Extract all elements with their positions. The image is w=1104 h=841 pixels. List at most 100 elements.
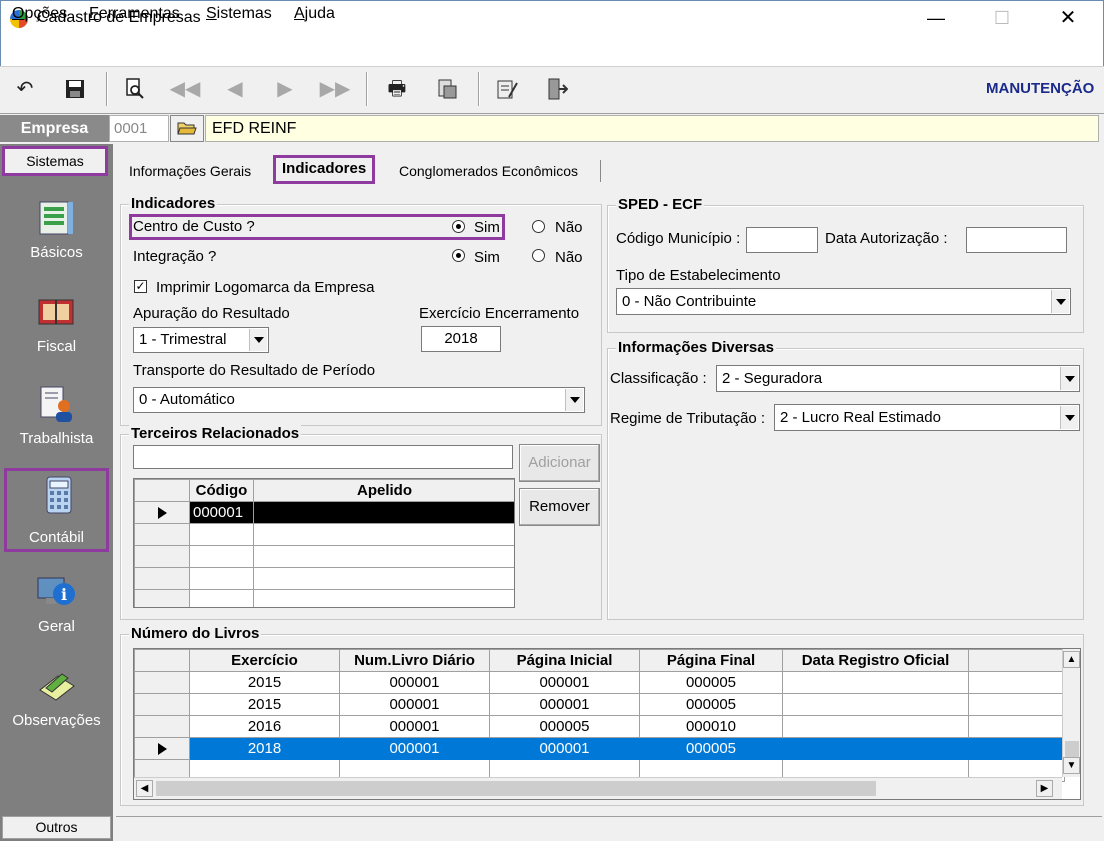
cell-pagina-final[interactable]: 000005 [639,693,783,716]
cell-exercicio[interactable]: 2015 [189,693,340,716]
table-row[interactable] [134,589,514,607]
scroll-up-icon[interactable]: ▲ [1063,651,1080,668]
cell-pagina-inicial[interactable]: 000001 [489,737,640,760]
minimize-button[interactable]: — [913,4,959,34]
cell-num-livro[interactable]: 000001 [339,715,490,738]
terceiros-grid[interactable]: Código Apelido 000001 [133,478,515,608]
cell-data-registro[interactable] [782,693,969,716]
cod-municipio-field[interactable] [746,227,818,253]
cell-data-registro[interactable] [782,737,969,760]
table-row[interactable] [134,523,514,546]
cell-pagina-inicial[interactable]: 000005 [489,715,640,738]
sidebar-item-observacoes[interactable]: Observações [0,660,113,748]
menu-ajuda[interactable]: Ajuda [294,5,335,23]
menu-opcoes[interactable]: Opções [12,5,67,23]
tab-indicadores[interactable]: Indicadores [273,155,376,184]
tab-informacoes-gerais[interactable]: Informações Gerais [123,160,257,184]
scroll-left-icon[interactable]: ◀ [136,780,153,797]
col-data-registro[interactable]: Data Registro Oficial [782,649,969,672]
table-row-selected[interactable]: 2018 000001 000001 000005 [134,737,1065,760]
save-icon[interactable] [58,74,92,104]
table-row[interactable]: 2016 000001 000005 000010 [134,715,1065,738]
col-pagina-final[interactable]: Página Final [639,649,783,672]
cell-apelido[interactable] [253,501,514,524]
table-row[interactable] [134,567,514,590]
sidebar-footer-outros[interactable]: Outros [2,816,111,839]
dropdown-arrow-icon[interactable] [565,389,583,411]
sidebar-item-trabalhista[interactable]: Trabalhista [0,378,113,466]
classificacao-select[interactable]: 2 - Seguradora [716,365,1080,392]
cell-data-registro[interactable] [782,715,969,738]
col-pagina-inicial[interactable]: Página Inicial [489,649,640,672]
exit-icon[interactable] [540,74,574,104]
sidebar-item-geral[interactable]: i Geral [0,566,113,654]
transporte-select[interactable]: 0 - Automático [133,387,585,413]
sidebar-item-fiscal[interactable]: Fiscal [0,286,113,374]
close-button[interactable]: ✕ [1045,4,1091,34]
menu-ferramentas[interactable]: Ferramentas [89,5,180,23]
scroll-thumb[interactable] [156,781,876,796]
col-apelido[interactable]: Apelido [253,479,514,502]
table-row[interactable]: 2015 000001 000001 000005 [134,671,1065,694]
undo-icon[interactable]: ↶ [8,74,42,104]
cell-pagina-final[interactable]: 000010 [639,715,783,738]
open-folder-button[interactable] [170,115,204,142]
col-num-livro[interactable]: Num.Livro Diário [339,649,490,672]
exercicio-field[interactable]: 2018 [421,326,501,352]
dropdown-arrow-icon[interactable] [1060,406,1078,429]
dropdown-arrow-icon[interactable] [249,329,267,351]
cell-exercicio[interactable]: 2018 [189,737,340,760]
regime-select[interactable]: 2 - Lucro Real Estimado [774,404,1080,431]
adicionar-button[interactable]: Adicionar [519,444,600,482]
preview-icon[interactable] [118,74,152,104]
horizontal-scrollbar[interactable]: ◀ ▶ [134,777,1062,799]
table-row[interactable]: 2015 000001 000001 000005 [134,693,1065,716]
scroll-right-icon[interactable]: ▶ [1036,780,1053,797]
remover-button[interactable]: Remover [519,488,600,526]
cell-num-livro[interactable]: 000001 [339,693,490,716]
empresa-name-field[interactable]: EFD REINF [205,115,1099,142]
tab-conglomerados[interactable]: Conglomerados Econômicos [393,160,584,184]
imprimir-logo-checkbox[interactable]: ✓ [134,280,147,293]
report-icon[interactable] [430,74,464,104]
dropdown-arrow-icon[interactable] [1051,290,1069,313]
tipo-estab-select[interactable]: 0 - Não Contribuinte [616,288,1071,315]
integracao-nao-radio[interactable] [532,249,545,262]
cell-pagina-inicial[interactable]: 000001 [489,693,640,716]
integracao-sim-radio[interactable] [452,249,465,262]
first-record-icon[interactable]: ◀◀ [168,74,202,104]
empresa-code-field[interactable]: 0001 [109,115,169,142]
notes-icon[interactable] [490,74,524,104]
previous-record-icon[interactable]: ◀ [218,74,252,104]
menu-sistemas[interactable]: Sistemas [206,5,272,23]
table-row[interactable] [134,545,514,568]
cell-exercicio[interactable]: 2016 [189,715,340,738]
dropdown-arrow-icon[interactable] [1060,367,1078,390]
vertical-scrollbar[interactable]: ▲ ▼ [1062,649,1080,777]
centro-custo-nao-radio[interactable] [532,220,545,233]
col-codigo[interactable]: Código [189,479,254,502]
cell-codigo[interactable]: 000001 [189,501,254,524]
table-row[interactable]: 000001 [134,501,514,524]
sidebar-header-sistemas[interactable]: Sistemas [2,146,108,176]
last-record-icon[interactable]: ▶▶ [318,74,352,104]
cell-exercicio[interactable]: 2015 [189,671,340,694]
cell-pagina-inicial[interactable]: 000001 [489,671,640,694]
maximize-button[interactable]: ☐ [979,4,1025,34]
cell-pagina-final[interactable]: 000005 [639,671,783,694]
terceiros-search-input[interactable] [133,445,513,469]
cell-num-livro[interactable]: 000001 [339,671,490,694]
cell-num-livro[interactable]: 000001 [339,737,490,760]
livros-grid[interactable]: Exercício Num.Livro Diário Página Inicia… [133,648,1081,800]
sidebar-item-basicos[interactable]: Básicos [0,192,113,280]
col-exercicio[interactable]: Exercício [189,649,340,672]
next-record-icon[interactable]: ▶ [268,74,302,104]
centro-custo-sim-radio[interactable] [452,220,465,233]
cell-pagina-final[interactable]: 000005 [639,737,783,760]
apuracao-select[interactable]: 1 - Trimestral [133,327,269,353]
cell-data-registro[interactable] [782,671,969,694]
print-icon[interactable]: 🖶 [380,74,414,104]
data-autorizacao-field[interactable] [966,227,1067,253]
col-extra[interactable] [968,649,1065,672]
sidebar-item-contabil[interactable]: Contábil [4,468,109,552]
